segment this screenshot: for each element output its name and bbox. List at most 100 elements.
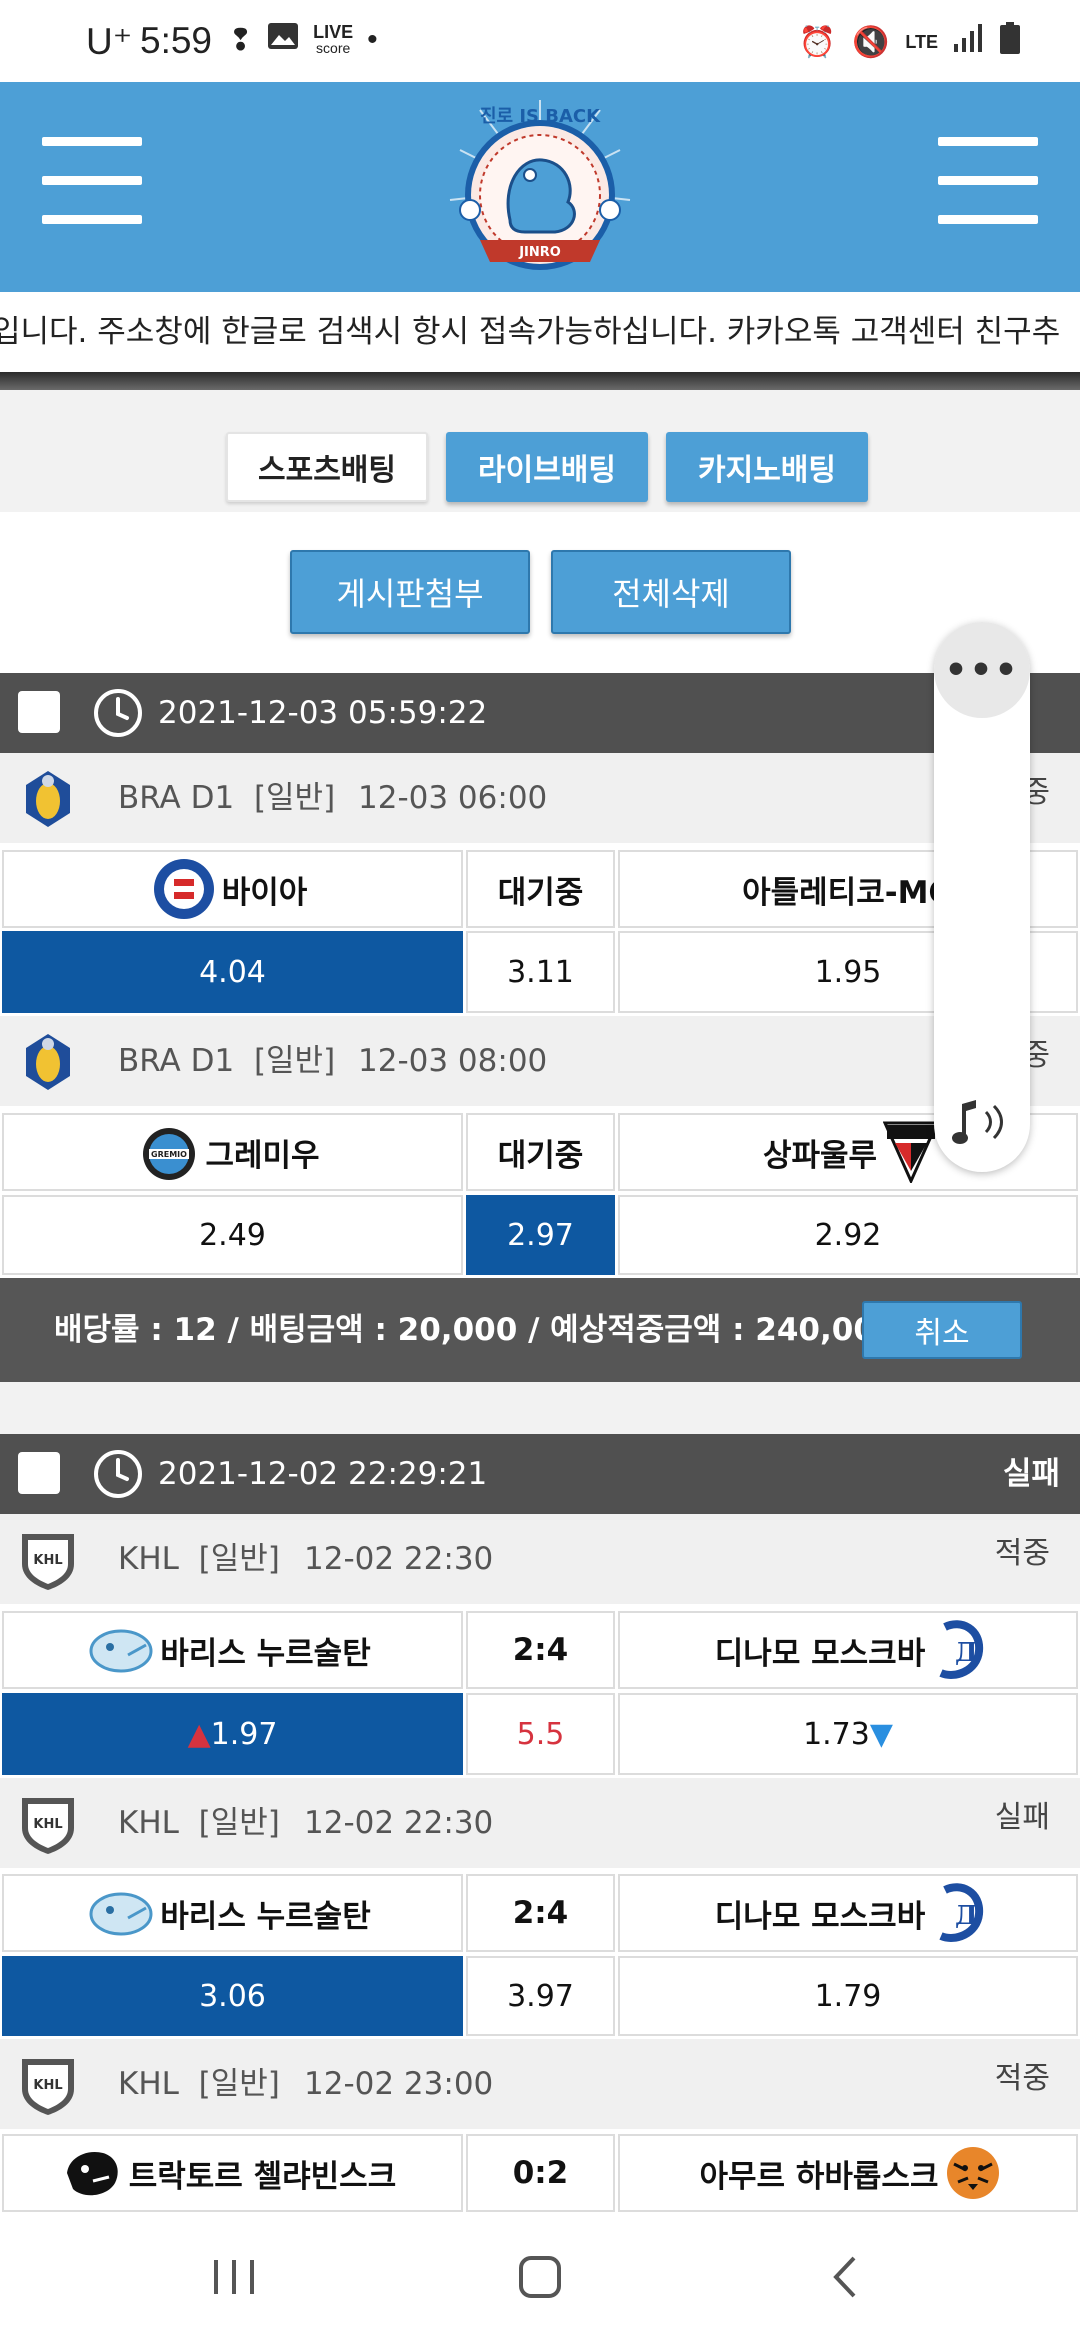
khl-icon: KHL	[22, 2059, 74, 2115]
slip-summary: 배당률 : 12 / 배팅금액 : 20,000 / 예상적중금액 : 240,…	[0, 1278, 1080, 1382]
jinro-logo[interactable]: JINRO 진로 IS BACK	[440, 90, 640, 285]
slip-gap	[0, 1382, 1080, 1434]
attach-to-board-button[interactable]: 게시판첨부	[290, 550, 530, 634]
dot-icon: •	[367, 23, 378, 56]
bet-slip-header: 2021-12-02 22:29:21 실패	[0, 1434, 1080, 1514]
league-row: KHL KHL [일반] 12-02 23:00 적중	[0, 2039, 1080, 2129]
khl-icon: KHL	[22, 1798, 74, 1854]
league-name: BRA D1 [일반]	[118, 780, 336, 816]
draw-odds[interactable]: 5.5	[466, 1693, 615, 1775]
away-team: 아무르 하바롭스크	[618, 2134, 1078, 2212]
home-odds[interactable]: 2.49	[2, 1195, 463, 1275]
brasileirao-icon	[26, 771, 70, 827]
home-odds-selected[interactable]: 4.04	[2, 931, 463, 1013]
barys-crest-icon	[89, 1629, 153, 1673]
away-team: 디나모 모스크바 Д	[618, 1611, 1078, 1689]
system-nav-bar	[0, 2214, 1080, 2340]
svg-text:KHL: KHL	[33, 2078, 62, 2093]
dynamo-crest-icon: Д	[939, 1883, 984, 1942]
home-icon[interactable]	[505, 2244, 575, 2308]
home-team: 바리스 누르술탄	[2, 1611, 463, 1689]
right-menu-button[interactable]	[938, 137, 1038, 227]
alarm-icon: ⏰	[798, 25, 836, 59]
away-odds[interactable]: 1.79	[618, 1956, 1078, 2036]
clock-time: 5:59	[140, 20, 213, 61]
home-team: 바이아	[2, 850, 463, 928]
dynamo-crest-icon: Д	[939, 1620, 984, 1679]
match-status: 대기중	[466, 1113, 615, 1191]
site-header: JINRO 진로 IS BACK	[0, 82, 1080, 292]
summary-text: 배당률 : 12 / 배팅금액 : 20,000 / 예상적중금액 : 240,…	[54, 1312, 897, 1348]
traktor-crest-icon	[66, 2151, 118, 2196]
away-odds[interactable]: 2.92	[618, 1195, 1078, 1275]
brasileirao-icon	[26, 1034, 70, 1090]
league-name: KHL [일반]	[118, 2066, 280, 2102]
delete-all-button[interactable]: 전체삭제	[551, 550, 791, 634]
tab-bar: 스포츠배팅 라이브배팅 카지노배팅	[0, 390, 1080, 512]
back-icon[interactable]	[810, 2244, 880, 2308]
league-row: KHL KHL [일반] 12-02 22:30 적중	[0, 1514, 1080, 1604]
league-row: BRA D1 [일반] 12-03 08:00 적중	[0, 1016, 1080, 1106]
cancel-bet-button[interactable]: 취소	[862, 1301, 1022, 1359]
mute-icon: 🔇	[851, 25, 890, 59]
slip-status: 실패	[1002, 1456, 1060, 1492]
left-menu-button[interactable]	[42, 137, 142, 227]
music-sound-icon[interactable]	[948, 1092, 1018, 1152]
carrier-label: U⁺	[86, 21, 133, 62]
away-team: 디나모 모스크바 Д	[618, 1874, 1078, 1952]
home-odds-selected[interactable]: ▲ 1.97	[2, 1693, 463, 1775]
svg-text:JINRO: JINRO	[518, 245, 561, 260]
away-odds[interactable]: 1.73 ▼	[618, 1693, 1078, 1775]
divider	[0, 372, 1080, 390]
khl-icon: KHL	[22, 1534, 74, 1590]
game-time: 12-03 08:00	[358, 1043, 548, 1079]
match-score: 0:2	[466, 2134, 615, 2212]
status-bar: U⁺ 5:59 ❢ LIVE score • ⏰ 🔇 LTE	[0, 0, 1080, 82]
image-icon	[267, 22, 299, 58]
bet-slip-header: 2021-12-03 05:59:22	[0, 673, 1080, 753]
home-odds-selected[interactable]: 3.06	[2, 1956, 463, 2036]
barys-crest-icon	[89, 1892, 153, 1936]
svg-text:KHL: KHL	[33, 1817, 62, 1832]
game-time: 12-02 22:30	[304, 1541, 494, 1577]
home-team: 바리스 누르술탄	[2, 1874, 463, 1952]
svg-text:진로 IS BACK: 진로 IS BACK	[480, 106, 601, 127]
svg-text:GREMIO: GREMIO	[151, 1150, 187, 1159]
notification-icons: ❢ LIVE score •	[228, 22, 378, 58]
message-icon: ❢	[228, 23, 254, 57]
signal-icon	[954, 24, 984, 60]
recent-apps-icon[interactable]	[200, 2244, 270, 2308]
tab-casino-betting[interactable]: 카지노배팅	[666, 432, 868, 502]
more-options-button[interactable]: •••	[934, 622, 1030, 718]
draw-odds[interactable]: 3.97	[466, 1956, 615, 2036]
ticker-text: 입니다. 주소창에 한글로 검색시 항시 접속가능하십니다. 카카오톡 고객센터…	[0, 314, 1061, 350]
livescore-icon: LIVE score	[313, 22, 354, 56]
sao-paulo-crest-icon	[883, 1121, 940, 1183]
svg-text:Д: Д	[955, 1638, 978, 1668]
amur-crest-icon	[947, 2147, 1000, 2199]
slip-date: 2021-12-02 22:29:21	[158, 1456, 488, 1492]
match-score: 2:4	[466, 1874, 615, 1952]
league-name: KHL [일반]	[118, 1805, 280, 1841]
game-time: 12-02 23:00	[304, 2066, 494, 2102]
arrow-down-icon: ▼	[869, 1716, 893, 1752]
draw-odds[interactable]: 3.11	[466, 931, 615, 1013]
system-icons: ⏰ 🔇 LTE	[799, 22, 1020, 62]
game-result: 실패	[994, 1800, 1050, 1835]
tab-live-betting[interactable]: 라이브배팅	[446, 432, 648, 502]
match-status: 대기중	[466, 850, 615, 928]
tab-sports-betting[interactable]: 스포츠배팅	[226, 432, 428, 502]
battery-icon	[1000, 22, 1020, 62]
league-row: KHL KHL [일반] 12-02 22:30 실패	[0, 1778, 1080, 1868]
match-score: 2:4	[466, 1611, 615, 1689]
clock-icon	[94, 689, 142, 737]
league-name: KHL [일반]	[118, 1541, 280, 1577]
slip-checkbox[interactable]	[18, 691, 60, 733]
home-team: 트락토르 첼랴빈스크	[2, 2134, 463, 2212]
slip-checkbox[interactable]	[18, 1452, 60, 1494]
draw-odds-selected[interactable]: 2.97	[466, 1195, 615, 1275]
game-time: 12-02 22:30	[304, 1805, 494, 1841]
slip-date: 2021-12-03 05:59:22	[158, 695, 488, 731]
game-time: 12-03 06:00	[358, 780, 548, 816]
gremio-crest-icon: GREMIO	[143, 1128, 196, 1180]
